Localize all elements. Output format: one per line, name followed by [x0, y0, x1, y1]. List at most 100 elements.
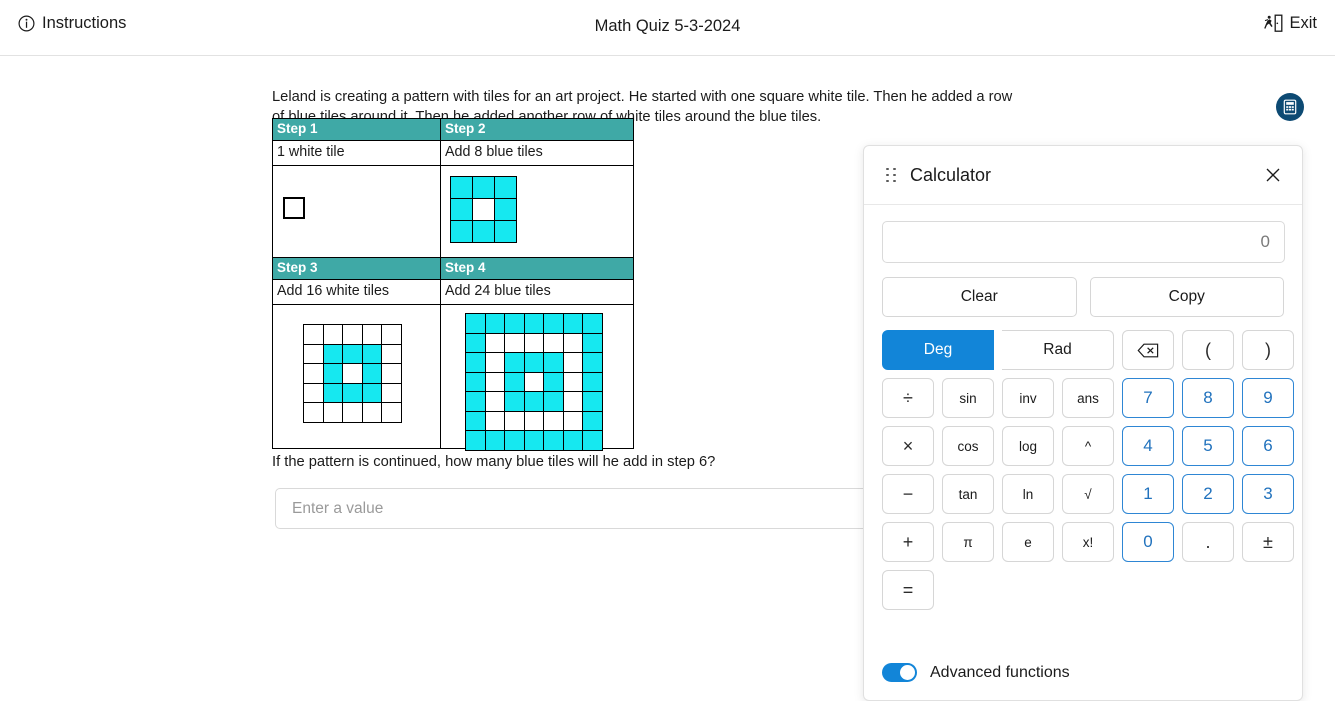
digit-2-button[interactable]: 2: [1182, 474, 1234, 514]
factorial-button[interactable]: x!: [1062, 522, 1114, 562]
tile-cell: [303, 382, 324, 403]
decimal-point-button[interactable]: .: [1182, 522, 1234, 562]
step-4-header: Step 4: [440, 257, 634, 280]
calculator-body: 0 Clear Copy Deg Rad ( ) ÷ sin inv ans 7…: [864, 205, 1302, 610]
tile-cell: [484, 410, 505, 431]
calculator-launcher-button[interactable]: [1276, 93, 1304, 121]
tile-cell: [361, 324, 382, 345]
tile-cell: [381, 324, 402, 345]
close-icon[interactable]: [1262, 164, 1284, 186]
step-4-figure: [440, 304, 634, 451]
tile-cell: [523, 332, 544, 353]
tile-cell: [523, 430, 544, 451]
cos-button[interactable]: cos: [942, 426, 994, 466]
digit-9-button[interactable]: 9: [1242, 378, 1294, 418]
tile-cell: [361, 402, 382, 423]
tile-cell: [450, 176, 473, 199]
advanced-functions-toggle[interactable]: [882, 663, 917, 682]
tile-cell: [465, 391, 486, 412]
tile-cell: [342, 402, 363, 423]
exit-button[interactable]: Exit: [1264, 14, 1317, 33]
open-paren-button[interactable]: (: [1182, 330, 1234, 370]
tile-cell: [582, 332, 603, 353]
copy-button[interactable]: Copy: [1089, 277, 1284, 317]
tile-cell: [494, 220, 517, 243]
tan-button[interactable]: tan: [942, 474, 994, 514]
rad-button[interactable]: Rad: [1002, 330, 1114, 370]
tile-grid-step-2: [450, 176, 517, 243]
tile-cell: [582, 371, 603, 392]
tile-cell: [342, 343, 363, 364]
digit-7-button[interactable]: 7: [1122, 378, 1174, 418]
deg-button[interactable]: Deg: [882, 330, 994, 370]
tile-cell: [484, 391, 505, 412]
step-2-header: Step 2: [440, 118, 634, 141]
tile-cell: [582, 391, 603, 412]
tile-cell: [361, 382, 382, 403]
step-1-label: 1 white tile: [272, 140, 441, 166]
digit-4-button[interactable]: 4: [1122, 426, 1174, 466]
plus-button[interactable]: +: [882, 522, 934, 562]
tile-cell: [543, 430, 564, 451]
tile-cell: [562, 391, 583, 412]
tile-cell: [543, 352, 564, 373]
tile-cell: [543, 313, 564, 334]
sqrt-button[interactable]: √: [1062, 474, 1114, 514]
table-row-labels-2: Add 16 white tiles Add 24 blue tiles: [272, 279, 634, 305]
content-area: Leland is creating a pattern with tiles …: [0, 56, 1335, 701]
tile-cell: [381, 343, 402, 364]
table-row-headers-1: Step 1 Step 2: [272, 118, 634, 141]
calculator-header: Calculator: [864, 146, 1302, 205]
tile-cell: [484, 352, 505, 373]
tile-cell: [562, 430, 583, 451]
backspace-button[interactable]: [1122, 330, 1174, 370]
tile-cell: [465, 410, 486, 431]
advanced-functions-label: Advanced functions: [930, 663, 1070, 681]
tile-cell: [523, 391, 544, 412]
tile-cell: [543, 371, 564, 392]
digit-5-button[interactable]: 5: [1182, 426, 1234, 466]
ln-button[interactable]: ln: [1002, 474, 1054, 514]
step-3-label: Add 16 white tiles: [272, 279, 441, 305]
tile-cell: [543, 332, 564, 353]
tile-cell: [582, 313, 603, 334]
tile-cell: [472, 220, 495, 243]
table-row-figures-1: [272, 165, 634, 258]
tile-cell: [504, 430, 525, 451]
tile-cell: [523, 313, 544, 334]
minus-button[interactable]: −: [882, 474, 934, 514]
tile-cell: [322, 382, 343, 403]
pattern-table: Step 1 Step 2 1 white tile Add 8 blue ti…: [272, 118, 634, 451]
tile-cell: [504, 391, 525, 412]
calculator-display-value: 0: [1260, 232, 1270, 251]
digit-6-button[interactable]: 6: [1242, 426, 1294, 466]
multiply-button[interactable]: ×: [882, 426, 934, 466]
close-paren-button[interactable]: ): [1242, 330, 1294, 370]
inv-button[interactable]: inv: [1002, 378, 1054, 418]
equals-button[interactable]: =: [882, 570, 934, 610]
tile-cell: [465, 352, 486, 373]
plus-minus-button[interactable]: ±: [1242, 522, 1294, 562]
tile-cell: [361, 363, 382, 384]
calculator-title: Calculator: [910, 164, 992, 185]
digit-0-button[interactable]: 0: [1122, 522, 1174, 562]
drag-handle-icon[interactable]: [886, 167, 896, 183]
sin-button[interactable]: sin: [942, 378, 994, 418]
page-title: Math Quiz 5-3-2024: [594, 17, 741, 35]
digit-3-button[interactable]: 3: [1242, 474, 1294, 514]
digit-1-button[interactable]: 1: [1122, 474, 1174, 514]
tile-cell: [303, 343, 324, 364]
power-button[interactable]: ^: [1062, 426, 1114, 466]
calculator-display[interactable]: 0: [882, 221, 1285, 263]
euler-button[interactable]: e: [1002, 522, 1054, 562]
ans-button[interactable]: ans: [1062, 378, 1114, 418]
step-2-label: Add 8 blue tiles: [440, 140, 634, 166]
digit-8-button[interactable]: 8: [1182, 378, 1234, 418]
divide-button[interactable]: ÷: [882, 378, 934, 418]
clear-button[interactable]: Clear: [882, 277, 1077, 317]
tile-cell: [523, 410, 544, 431]
advanced-functions-row: Advanced functions: [882, 663, 1070, 682]
pi-button[interactable]: π: [942, 522, 994, 562]
step-4-label: Add 24 blue tiles: [440, 279, 634, 305]
log-button[interactable]: log: [1002, 426, 1054, 466]
